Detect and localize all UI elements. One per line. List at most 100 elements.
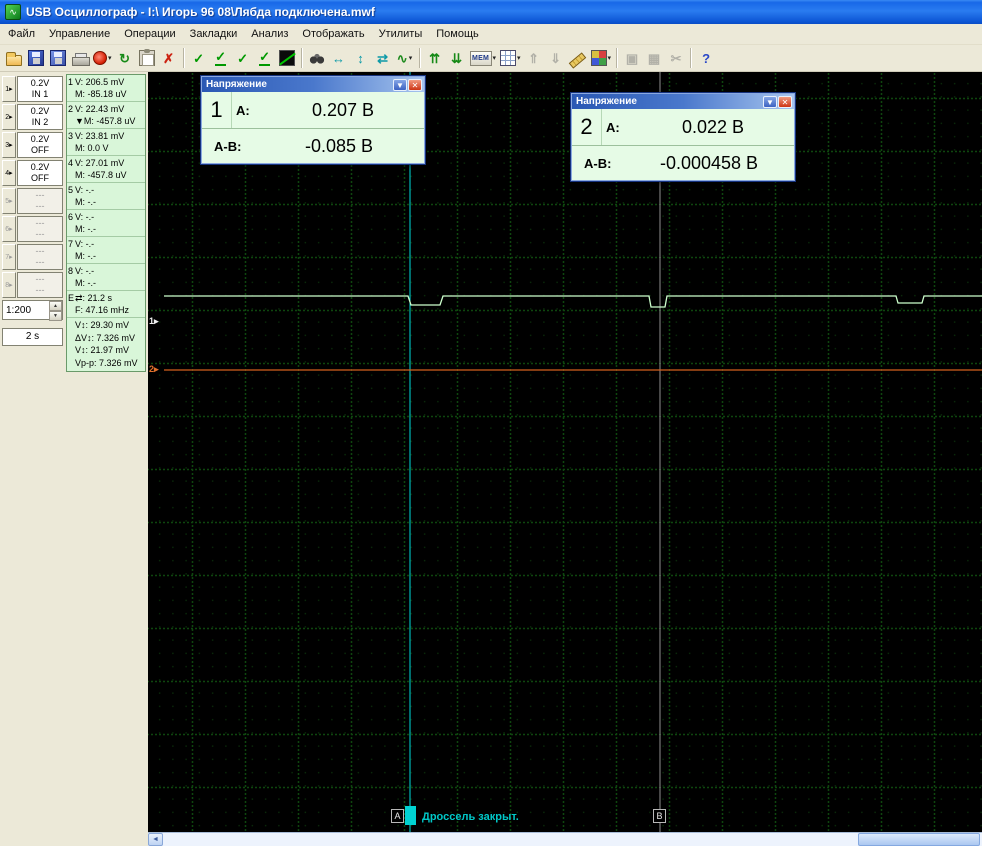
print-button[interactable]	[69, 47, 91, 69]
scale-select[interactable]: 1:200 ▲ ▼	[2, 300, 63, 320]
cursor-a-check-button[interactable]: ✓	[188, 47, 210, 69]
dropdown-arrow-icon[interactable]: ▾	[517, 54, 521, 62]
spinner-down-icon[interactable]: ▼	[49, 311, 62, 321]
persistence-button[interactable]: ▾	[589, 47, 614, 69]
restart-acquisition-icon: ↻	[119, 52, 130, 65]
menu-bar: ФайлУправлениеОперацииЗакладкиАнализОтоб…	[0, 24, 982, 45]
window-title: USB Осциллограф - I:\ Игорь 96 08\Лябда …	[26, 5, 375, 19]
rollup-icon[interactable]: ▼	[393, 79, 407, 91]
channel-3-settings[interactable]: 0.2VOFF	[17, 132, 63, 158]
channel-6-button[interactable]: 6▸	[2, 216, 16, 242]
channel-8-button[interactable]: 8▸	[2, 272, 16, 298]
shift-down-button[interactable]: ⇊	[446, 47, 468, 69]
close-icon[interactable]: ✕	[408, 79, 422, 91]
scroll-left-button[interactable]: ◄	[148, 833, 163, 846]
oscilloscope-display[interactable]: 1▸ 2▸ A B Дроссель закрыт. Напряжение ▼ …	[148, 72, 982, 832]
meter-2-titlebar[interactable]: Напряжение ▼ ✕	[572, 94, 794, 109]
menu-item[interactable]: Анализ	[244, 24, 295, 44]
spinner-up-icon[interactable]: ▲	[49, 301, 62, 311]
autoscale-button[interactable]: ⇄	[372, 47, 394, 69]
ruler-button[interactable]	[567, 47, 589, 69]
channel-7-settings[interactable]: ------	[17, 244, 63, 270]
toolbar-separator	[690, 48, 692, 68]
voltage-meter-window-2[interactable]: Напряжение ▼ ✕ 2 А: 0.022 В А-В: -0.0004…	[570, 92, 796, 182]
channel-7-button[interactable]: 7▸	[2, 244, 16, 270]
fit-horizontal-button[interactable]: ↔	[328, 47, 350, 69]
horizontal-scrollbar[interactable]: ◄	[148, 832, 982, 846]
scrollbar-thumb[interactable]	[858, 833, 980, 846]
menu-item[interactable]: Файл	[1, 24, 42, 44]
fit-vertical-icon: ↕	[357, 52, 364, 65]
signal-view-button[interactable]: ∿▾	[394, 47, 416, 69]
meter-2-row-a: 2 А: 0.022 В	[572, 109, 794, 146]
help-icon: ?	[702, 52, 710, 65]
rollup-icon[interactable]: ▼	[763, 96, 777, 108]
memory-button[interactable]: МЕМ▾	[468, 47, 499, 69]
cursor-b-tag[interactable]: B	[653, 809, 666, 823]
channel-5-settings[interactable]: ------	[17, 188, 63, 214]
open-file-button[interactable]	[3, 47, 25, 69]
cursor-stats: V↕: 29.30 mVΔV↕: 7.326 mVV↕: 21.97 mVVp-…	[67, 318, 145, 371]
restart-acquisition-button[interactable]: ↻	[114, 47, 136, 69]
channel-4-button[interactable]: 4▸	[2, 160, 16, 186]
dropdown-arrow-icon[interactable]: ▾	[493, 54, 497, 62]
timebase-value[interactable]: 2 s	[2, 328, 63, 346]
dropdown-arrow-icon[interactable]: ▾	[108, 54, 112, 62]
bookmark-flag[interactable]	[405, 806, 416, 825]
print-icon	[72, 53, 88, 66]
cursor-a-tag[interactable]: A	[391, 809, 404, 823]
save-button[interactable]	[25, 47, 47, 69]
dropdown-arrow-icon[interactable]: ▾	[608, 54, 612, 62]
channel-3-button[interactable]: 3▸	[2, 132, 16, 158]
channel-2-button[interactable]: 2▸	[2, 104, 16, 130]
channel-8-settings[interactable]: ------	[17, 272, 63, 298]
cursor-b-check-button[interactable]: ✓	[232, 47, 254, 69]
cursor-a-level-button[interactable]: ✓	[210, 47, 232, 69]
prev-view-button: ⇑	[523, 47, 545, 69]
meter-2-channel: 2	[572, 109, 602, 145]
menu-item[interactable]: Помощь	[429, 24, 486, 44]
close-icon[interactable]: ✕	[778, 96, 792, 108]
paste-button[interactable]	[136, 47, 158, 69]
menu-item[interactable]: Закладки	[183, 24, 245, 44]
display-mode-button[interactable]: ▾	[498, 47, 523, 69]
menu-item[interactable]: Отображать	[295, 24, 371, 44]
channel-1-marker[interactable]: 1▸	[149, 316, 159, 326]
meter-2-title: Напряжение	[576, 96, 762, 107]
voltage-meter-window-1[interactable]: Напряжение ▼ ✕ 1 А: 0.207 В А-В: -0.085 …	[200, 75, 426, 165]
meter-1-row-a: 1 А: 0.207 В	[202, 92, 424, 129]
record-stop-button[interactable]: ▾	[91, 47, 114, 69]
fit-vertical-button[interactable]: ↕	[350, 47, 372, 69]
help-button[interactable]: ?	[695, 47, 717, 69]
channel-5-button[interactable]: 5▸	[2, 188, 16, 214]
channel-6-settings[interactable]: ------	[17, 216, 63, 242]
title-bar[interactable]: ∿ USB Осциллограф - I:\ Игорь 96 08\Лябд…	[0, 0, 982, 24]
save-selection-button[interactable]	[47, 47, 69, 69]
search-button[interactable]	[306, 47, 328, 69]
channel-2-settings[interactable]: 0.2VIN 2	[17, 104, 63, 130]
cursor-b-level-button[interactable]: ✓	[254, 47, 276, 69]
cursor-b-level-icon: ✓	[259, 50, 270, 66]
channel-row-4: 4▸0.2VOFF	[2, 160, 63, 186]
scale-spinner: ▲ ▼	[49, 301, 62, 319]
dropdown-arrow-icon[interactable]: ▾	[409, 54, 413, 62]
channel-4-settings[interactable]: 0.2VOFF	[17, 160, 63, 186]
toolbar-separator	[183, 48, 185, 68]
menu-item[interactable]: Утилиты	[372, 24, 430, 44]
menu-item[interactable]: Операции	[117, 24, 182, 44]
channel-2-marker[interactable]: 2▸	[149, 364, 159, 374]
slope-tool-button[interactable]	[276, 47, 298, 69]
menu-item[interactable]: Управление	[42, 24, 117, 44]
meter-1-titlebar[interactable]: Напряжение ▼ ✕	[202, 77, 424, 92]
persistence-icon	[591, 50, 607, 66]
clear-button[interactable]: ✗	[158, 47, 180, 69]
channel-1-button[interactable]: 1▸	[2, 76, 16, 102]
measurement-row: E⇄: 21.2 sF: 47.16 mHz	[67, 291, 145, 318]
shift-up-button[interactable]: ⇈	[424, 47, 446, 69]
meter-1-row-ab-label: А-В:	[202, 139, 254, 154]
measurement-row: 8V: -.-М: -.-	[67, 264, 145, 291]
waveform-svg	[148, 72, 982, 832]
cursor-b-check-icon: ✓	[237, 52, 248, 65]
channel-1-settings[interactable]: 0.2VIN 1	[17, 76, 63, 102]
meter-2-row-ab: А-В: -0.000458 В	[572, 146, 794, 180]
